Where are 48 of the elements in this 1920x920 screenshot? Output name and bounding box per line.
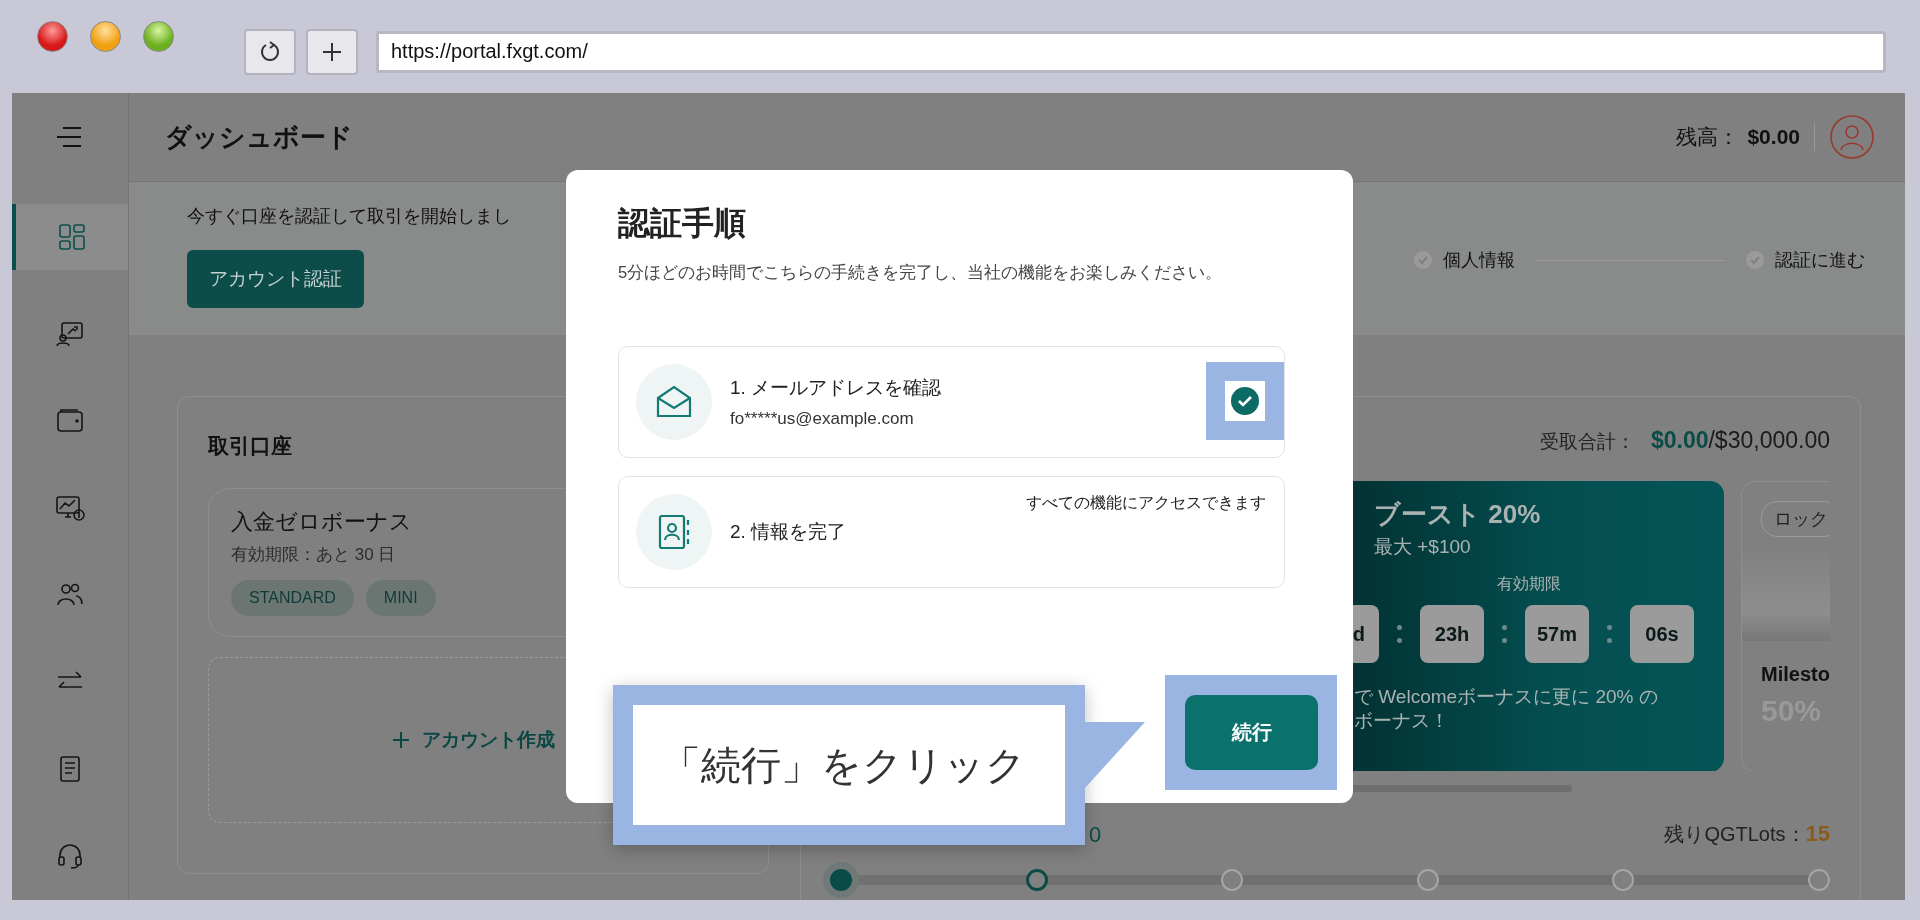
account-type-tag: MINI [365, 580, 436, 616]
expiry-label: 有効期限 [1497, 574, 1561, 594]
reload-button[interactable] [244, 28, 296, 75]
reload-icon [258, 39, 282, 64]
section-title: 取引口座 [208, 433, 293, 459]
total-label: 受取合計： [1539, 430, 1635, 454]
minimize-window-button[interactable] [90, 21, 121, 52]
promo-text: ボーナス！ [1354, 709, 1450, 733]
check-circle-icon [1413, 250, 1433, 270]
step-note: すべての機能にアクセスできます [1026, 493, 1266, 513]
countdown-box: 23h [1420, 605, 1484, 663]
account-type-tag: STANDARD [231, 580, 354, 616]
step-label: 認証に進む [1775, 249, 1865, 272]
verification-prompt: 今すぐ口座を認証して取引を開始しまし [187, 205, 511, 228]
step-label: 個人情報 [1443, 249, 1515, 272]
step-email: fo*****us@example.com [730, 409, 915, 429]
verification-step-card[interactable]: 2. 情報を完了 すべての機能にアクセスできます [618, 476, 1285, 588]
total-received: $0.00 [1650, 427, 1709, 454]
total-maximum: /$30,000.00 [1708, 427, 1830, 454]
remaining-lots-label: 残りQGTLots： [1664, 822, 1806, 848]
progress-value: 0 [1089, 821, 1102, 848]
balance-value: $0.00 [1747, 125, 1800, 149]
promo-title: ブースト 20% [1374, 498, 1542, 531]
new-tab-button[interactable] [306, 28, 358, 75]
account-name: 入金ゼロボーナス [231, 508, 413, 536]
maximize-window-button[interactable] [143, 21, 174, 52]
address-bar[interactable]: https://portal.fxgt.com/ [376, 30, 1886, 73]
avatar-icon[interactable] [1829, 114, 1875, 160]
countdown-box: 06s [1630, 605, 1694, 663]
milestone-title: Milesto [1761, 663, 1830, 686]
close-window-button[interactable] [37, 21, 68, 52]
plus-icon [391, 731, 410, 749]
verify-account-button[interactable]: アカウント認証 [187, 250, 364, 308]
account-expiry: 有効期限：あと 30 日 [231, 544, 397, 566]
page-title: ダッシュボード [165, 120, 353, 154]
check-circle-icon [1745, 250, 1765, 270]
promo-text: で Welcomeボーナスに更に 20% の [1354, 685, 1659, 709]
step-title: 1. メールアドレスを確認 [730, 376, 942, 400]
plus-icon [321, 40, 343, 63]
balance-label: 残高： [1676, 124, 1740, 150]
dialog-title: 認証手順 [618, 204, 747, 243]
promo-subtitle: 最大 +$100 [1374, 535, 1472, 559]
dashboard-nav-item[interactable] [12, 203, 128, 271]
dialog-description: 5分ほどのお時間でこちらの手続きを完了し、当社の機能をお楽しみください。 [618, 262, 1224, 283]
remaining-lots-value: 15 [1805, 821, 1830, 848]
continue-button[interactable]: 続行 [1185, 695, 1318, 770]
verification-step-card[interactable]: 1. メールアドレスを確認 fo*****us@example.com [618, 346, 1285, 458]
countdown-box: 57m [1525, 605, 1589, 663]
